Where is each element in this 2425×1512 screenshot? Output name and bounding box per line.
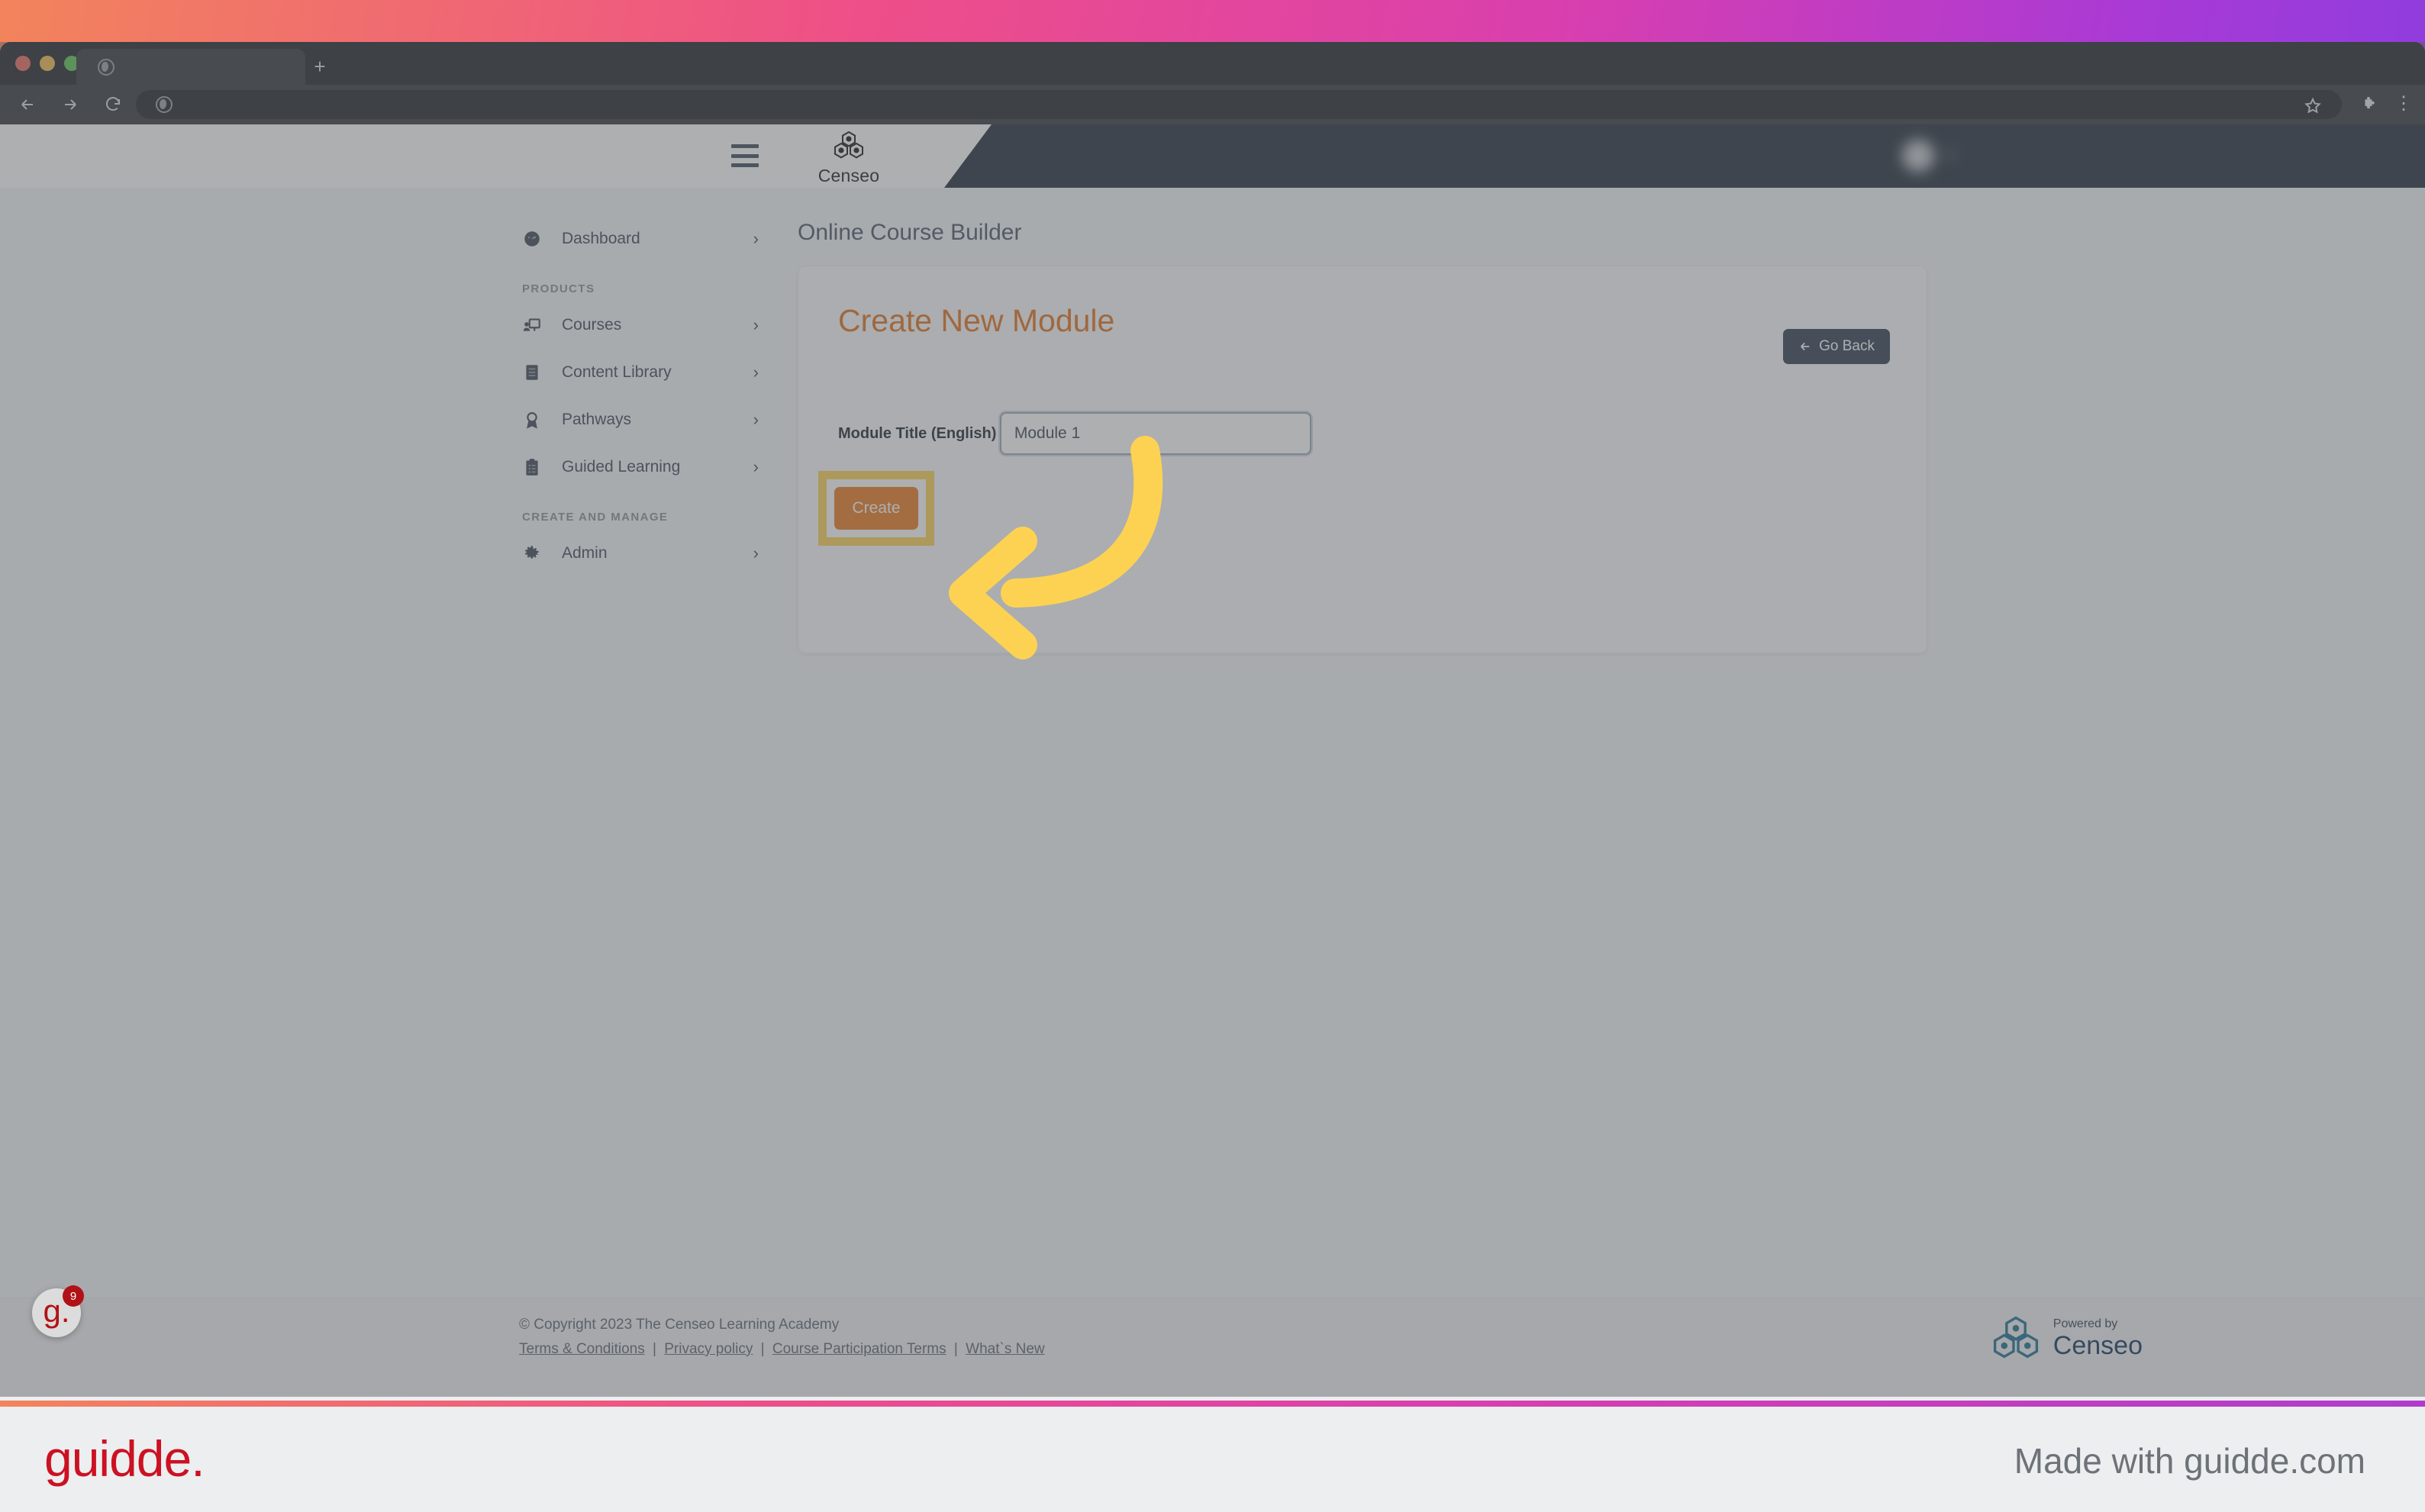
powered-by-brand: Censeo bbox=[2053, 1330, 2143, 1360]
create-button-highlight: Create bbox=[818, 471, 934, 546]
sidebar-item-label: Courses bbox=[562, 316, 622, 334]
browser-toolbar: ⋮ bbox=[0, 85, 2425, 124]
go-back-label: Go Back bbox=[1819, 338, 1875, 354]
sidebar-item-label: Guided Learning bbox=[562, 458, 681, 476]
sidebar-item-admin[interactable]: Admin › bbox=[504, 530, 779, 577]
censeo-logo[interactable]: Censeo bbox=[803, 131, 895, 186]
sidebar-section-products: PRODUCTS bbox=[522, 282, 595, 295]
hamburger-icon[interactable] bbox=[731, 144, 759, 167]
chevron-right-icon: › bbox=[753, 457, 759, 476]
user-menu[interactable] bbox=[1891, 140, 1956, 172]
chevron-right-icon: › bbox=[753, 543, 759, 563]
censeo-wordmark: Censeo bbox=[817, 166, 880, 185]
close-window-button[interactable] bbox=[15, 56, 31, 71]
forward-arrow-icon[interactable] bbox=[55, 89, 85, 120]
browser-tab[interactable] bbox=[76, 49, 305, 85]
presentation-user-icon bbox=[522, 315, 548, 335]
card-title: Create New Module bbox=[838, 303, 1115, 338]
guidde-logo: guidde. bbox=[44, 1430, 205, 1487]
go-back-button[interactable]: Go Back bbox=[1783, 329, 1890, 364]
book-icon bbox=[522, 363, 548, 382]
sidebar: Dashboard › PRODUCTS Courses › Content L… bbox=[504, 188, 779, 577]
browser-window: + ⋮ Censeo Dashboard › PRODUCTS Courses … bbox=[0, 42, 2425, 1397]
create-module-card: Create New Module Go Back Module Title (… bbox=[798, 266, 1927, 653]
guidde-badge-count: 9 bbox=[63, 1285, 84, 1307]
page-title: Online Course Builder bbox=[798, 220, 1022, 245]
main-content: Online Course Builder Create New Module … bbox=[798, 188, 1927, 653]
module-title-label: Module Title (English) bbox=[838, 425, 997, 442]
sidebar-item-label: Pathways bbox=[562, 411, 632, 428]
page-body: Dashboard › PRODUCTS Courses › Content L… bbox=[0, 188, 2425, 1397]
guidde-badge[interactable]: g. 9 bbox=[32, 1285, 84, 1337]
site-footer: © Copyright 2023 The Censeo Learning Aca… bbox=[0, 1298, 2425, 1397]
left-arrow-icon bbox=[1801, 342, 1810, 351]
footer-link-whats-new[interactable]: What`s New bbox=[966, 1341, 1044, 1357]
create-button[interactable]: Create bbox=[834, 487, 918, 530]
avatar bbox=[1902, 140, 1934, 172]
sidebar-item-label: Admin bbox=[562, 544, 608, 562]
star-icon[interactable] bbox=[2304, 97, 2322, 119]
footer-separator: | bbox=[760, 1341, 765, 1357]
powered-by-label: Powered by bbox=[2053, 1317, 2118, 1330]
page-viewport: Censeo Dashboard › PRODUCTS Courses › Co… bbox=[0, 124, 2425, 1397]
chevron-right-icon: › bbox=[753, 363, 759, 382]
chevron-right-icon: › bbox=[753, 229, 759, 248]
clipboard-list-icon bbox=[522, 457, 548, 477]
footer-link-privacy[interactable]: Privacy policy bbox=[664, 1341, 753, 1357]
sidebar-section-create-and-manage: CREATE AND MANAGE bbox=[522, 511, 669, 524]
sidebar-item-label: Content Library bbox=[562, 363, 672, 381]
powered-by-censeo: Powered by Censeo bbox=[1989, 1315, 2143, 1362]
sidebar-item-content-library[interactable]: Content Library › bbox=[504, 349, 779, 396]
new-tab-button[interactable]: + bbox=[310, 56, 330, 77]
sidebar-item-dashboard[interactable]: Dashboard › bbox=[504, 215, 779, 263]
sidebar-item-pathways[interactable]: Pathways › bbox=[504, 396, 779, 443]
brand-gradient-strip bbox=[0, 1401, 2425, 1407]
window-controls[interactable] bbox=[15, 56, 79, 71]
header-dark-panel bbox=[944, 124, 2425, 188]
sidebar-item-label: Dashboard bbox=[562, 230, 640, 247]
chevron-right-icon: › bbox=[753, 410, 759, 429]
tab-favicon-globe-icon bbox=[98, 58, 114, 76]
sidebar-item-guided-learning[interactable]: Guided Learning › bbox=[504, 443, 779, 491]
module-form: Module Title (English) bbox=[838, 412, 1887, 455]
chevron-down-icon bbox=[1945, 153, 1956, 159]
footer-link-terms[interactable]: Terms & Conditions bbox=[519, 1341, 645, 1357]
create-button-highlight-inner: Create bbox=[827, 479, 926, 537]
footer-links: Terms & Conditions | Privacy policy | Co… bbox=[519, 1341, 1045, 1358]
address-favicon-globe-icon bbox=[156, 96, 173, 113]
browser-menu-icon[interactable]: ⋮ bbox=[2394, 94, 2413, 114]
address-bar[interactable] bbox=[136, 90, 2342, 119]
module-title-input[interactable] bbox=[999, 412, 1311, 455]
minimize-window-button[interactable] bbox=[40, 56, 55, 71]
censeo-hexagon-icon bbox=[834, 131, 863, 159]
footer-copyright: © Copyright 2023 The Censeo Learning Aca… bbox=[519, 1317, 840, 1333]
gear-icon bbox=[522, 543, 548, 563]
browser-tab-strip: + bbox=[0, 42, 2425, 85]
guidde-brand-bar: guidde. Made with guidde.com bbox=[0, 1397, 2425, 1512]
gauge-icon bbox=[522, 229, 548, 249]
chevron-right-icon: › bbox=[753, 315, 759, 334]
censeo-hexagon-icon bbox=[1993, 1316, 2038, 1359]
guidde-tagline: Made with guidde.com bbox=[2014, 1441, 2365, 1481]
sidebar-item-courses[interactable]: Courses › bbox=[504, 301, 779, 349]
puzzle-icon[interactable] bbox=[2361, 95, 2379, 118]
app-header: Censeo bbox=[0, 124, 2425, 188]
reload-icon[interactable] bbox=[98, 89, 128, 120]
footer-link-course-participation[interactable]: Course Participation Terms bbox=[772, 1341, 946, 1357]
award-icon bbox=[522, 410, 548, 430]
footer-separator: | bbox=[653, 1341, 656, 1357]
back-arrow-icon[interactable] bbox=[12, 89, 43, 120]
footer-separator: | bbox=[953, 1341, 958, 1357]
